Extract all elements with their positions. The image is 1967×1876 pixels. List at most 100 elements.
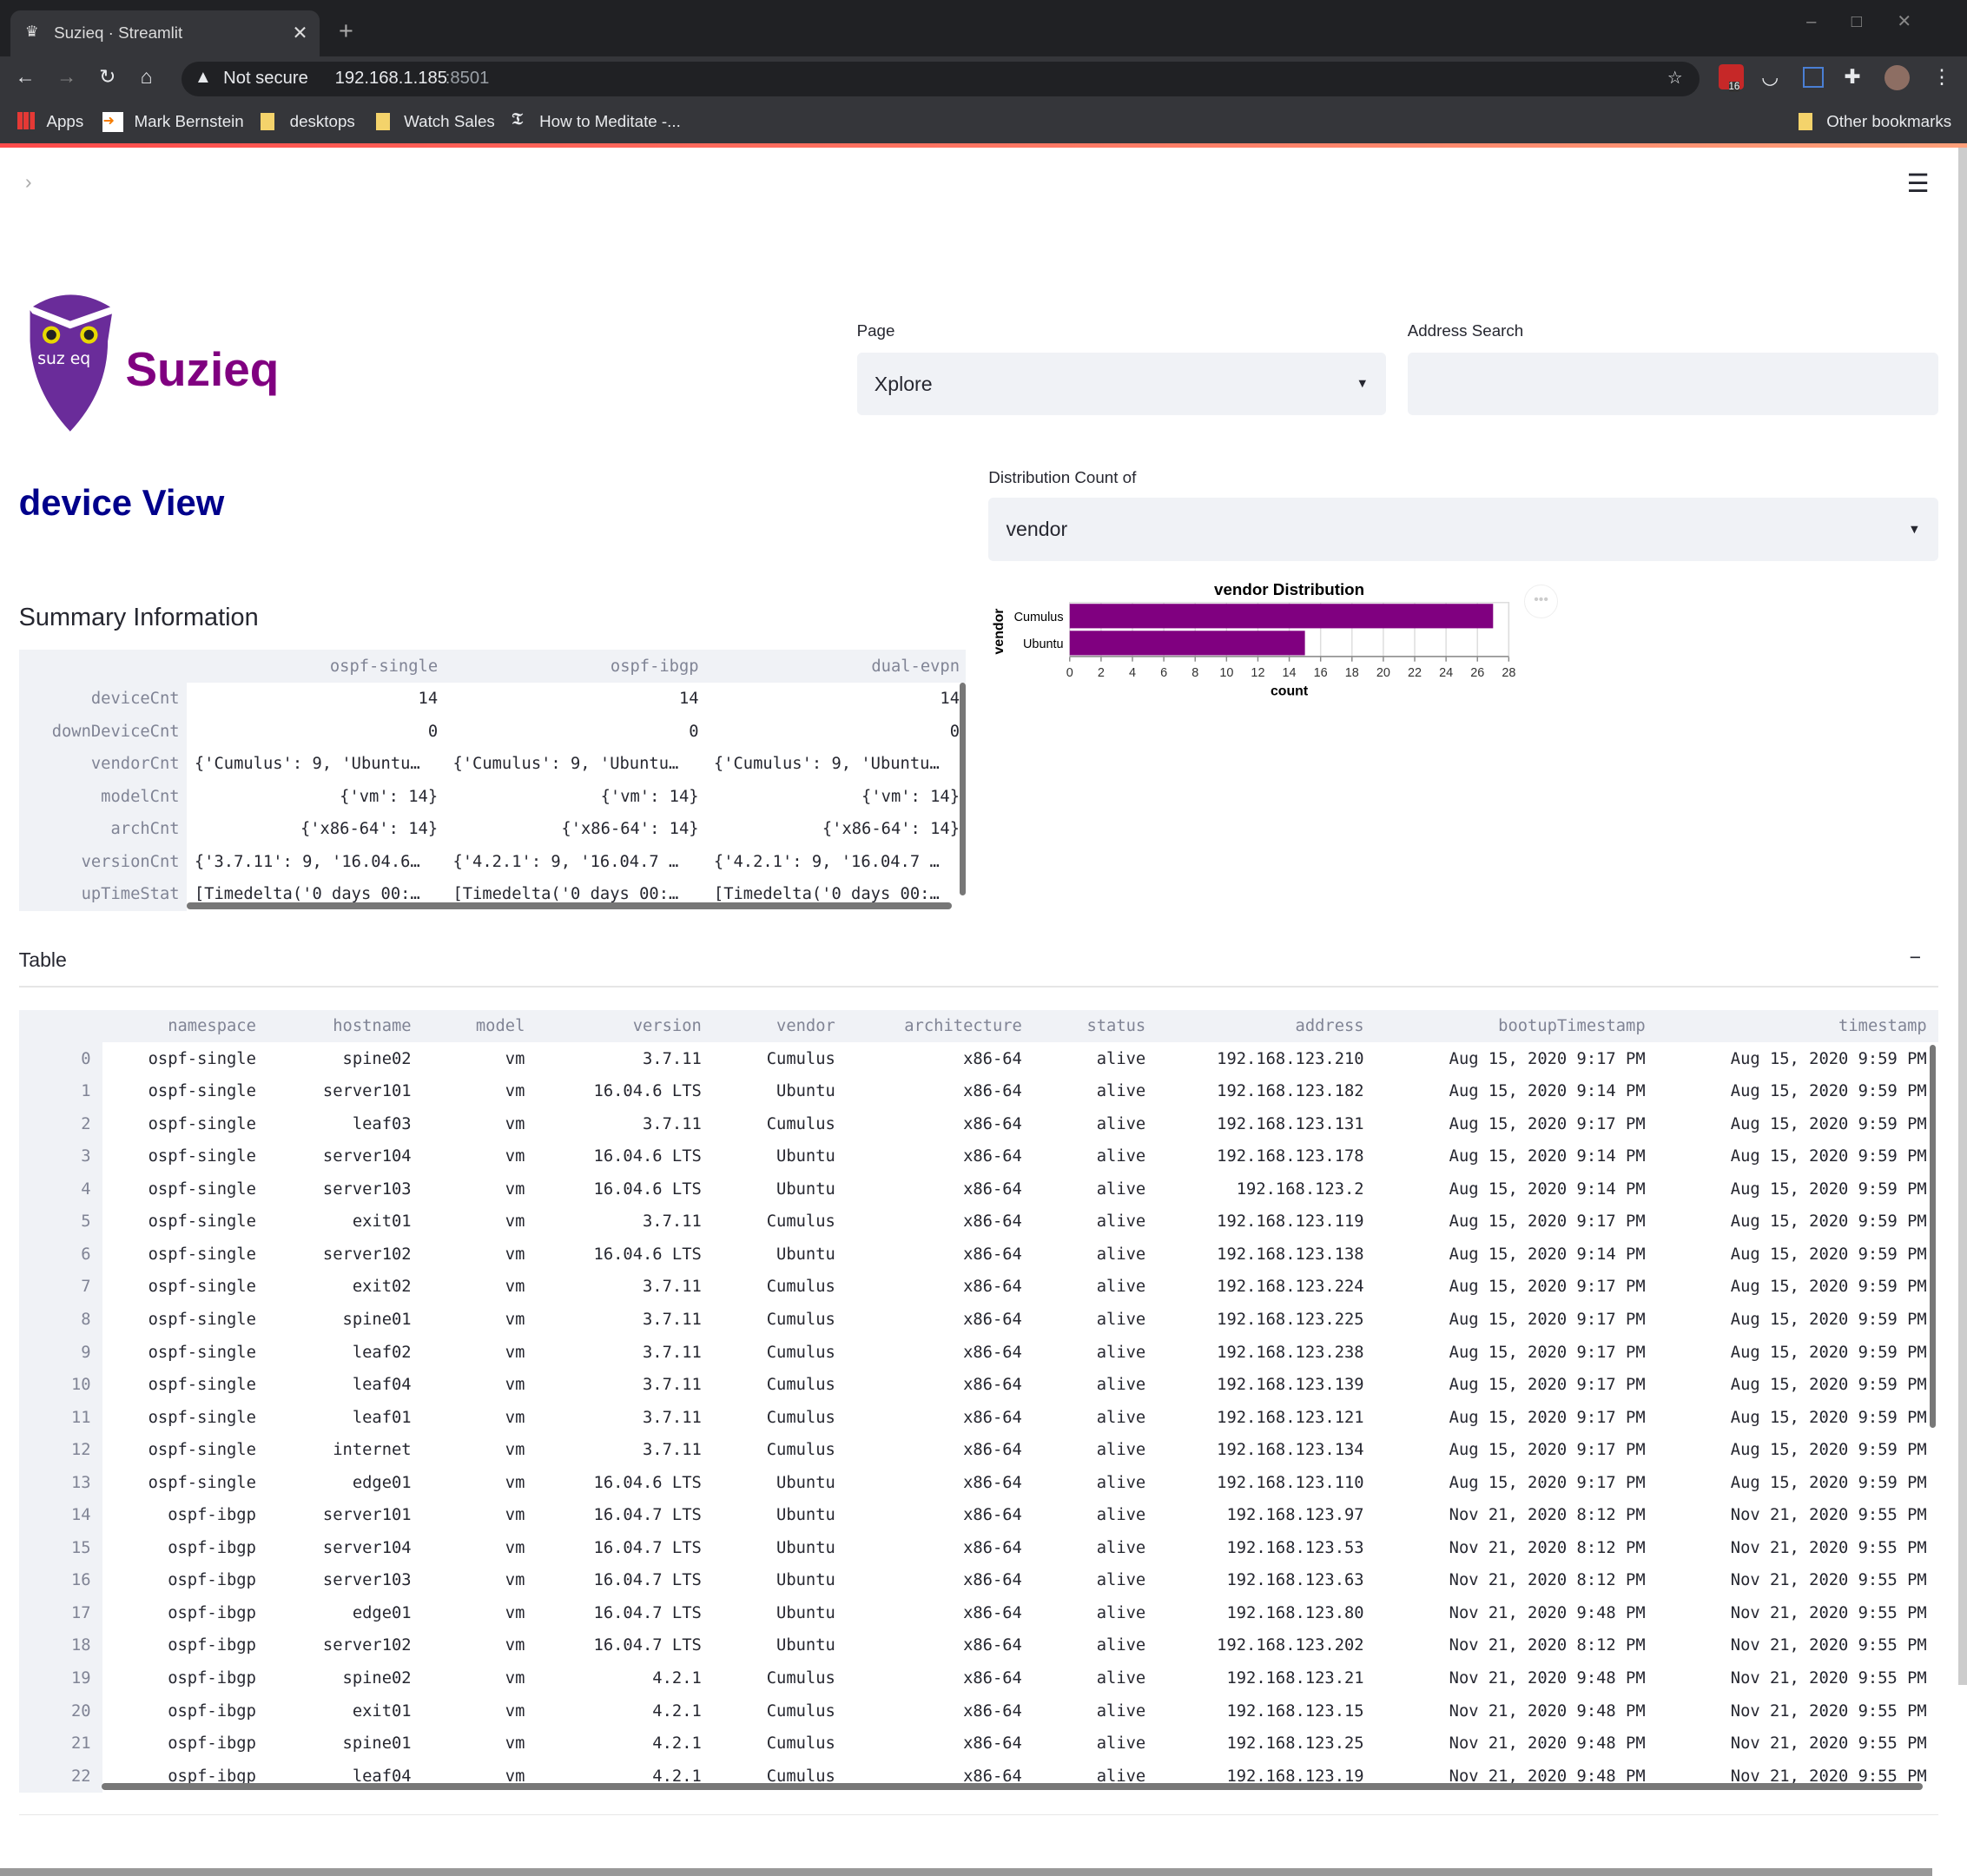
back-icon[interactable]: ← bbox=[15, 65, 35, 89]
page-vertical-scrollbar[interactable] bbox=[1957, 148, 1967, 1685]
table-cell: alive bbox=[1096, 1473, 1146, 1492]
table-cell: vm bbox=[505, 1082, 525, 1101]
table-cell: 3.7.11 bbox=[643, 1049, 702, 1068]
table-cell: Nov 21, 2020 9:55 PM bbox=[1730, 1636, 1927, 1655]
table-cell: 192.168.123.80 bbox=[1226, 1603, 1364, 1622]
streamlit-top-decoration bbox=[0, 142, 1967, 149]
table-cell: 16.04.7 LTS bbox=[593, 1636, 702, 1655]
table-cell: 16.04.6 LTS bbox=[593, 1179, 702, 1199]
page-horizontal-scrollbar[interactable] bbox=[0, 1867, 1932, 1876]
extensions-puzzle-icon[interactable]: ✚ bbox=[1844, 65, 1860, 89]
table-cell: server102 bbox=[322, 1636, 412, 1655]
table-cell: x86-64 bbox=[963, 1212, 1022, 1232]
forward-icon[interactable]: → bbox=[56, 65, 76, 89]
table-cell: ospf-single bbox=[148, 1441, 256, 1460]
bookmark-watch-sales[interactable]: Watch Sales bbox=[404, 112, 495, 131]
table-cell: 3.7.11 bbox=[643, 1376, 702, 1395]
new-tab-icon[interactable]: + bbox=[339, 17, 353, 46]
address-bar: ← → ↻ ⌂ ▲ Not secure 192.168.1.185 :8501… bbox=[0, 56, 1967, 102]
table-cell: vm bbox=[505, 1538, 525, 1557]
chart-actions-icon[interactable]: ••• bbox=[1524, 585, 1559, 619]
table-cell: Aug 15, 2020 9:59 PM bbox=[1730, 1082, 1927, 1101]
address-search-label: Address Search bbox=[1407, 320, 1524, 340]
table-cell: Ubuntu bbox=[776, 1506, 835, 1525]
distribution-select[interactable]: vendor ▼ bbox=[988, 498, 1938, 561]
table-cell: spine01 bbox=[342, 1734, 412, 1754]
summary-corner bbox=[19, 650, 188, 683]
table-cell: ospf-ibgp bbox=[168, 1506, 256, 1525]
table-cell: ospf-ibgp bbox=[168, 1636, 256, 1655]
table-cell: Nov 21, 2020 9:48 PM bbox=[1449, 1734, 1646, 1754]
table-cell: ospf-ibgp bbox=[168, 1701, 256, 1721]
arrow-favicon-icon: ➜ bbox=[102, 111, 123, 132]
x-tick-label: 16 bbox=[1314, 666, 1328, 680]
suzieq-owl-logo: suz eq bbox=[20, 291, 122, 434]
address-search-input[interactable] bbox=[1407, 352, 1938, 416]
y-axis-title: vendor bbox=[993, 608, 1007, 654]
table-cell: vm bbox=[505, 1603, 525, 1622]
table-cell: vm bbox=[505, 1441, 525, 1460]
table-row: 1 ospf-single server101 vm 16.04.6 LTS Ubuntu… bbox=[18, 1074, 1938, 1108]
bookmark-how-to-meditate[interactable]: How to Meditate -... bbox=[539, 112, 681, 131]
table-row: 21 ospf-ibgp spine01 vm 4.2.1 Cumulus x86-64 al… bbox=[18, 1727, 1938, 1760]
other-bookmarks[interactable]: Other bookmarks bbox=[1826, 112, 1951, 131]
bookmark-apps[interactable]: Apps bbox=[46, 112, 83, 131]
table-cell: 192.168.123.224 bbox=[1217, 1278, 1364, 1297]
table-cell: Nov 21, 2020 8:12 PM bbox=[1449, 1636, 1646, 1655]
warning-icon: ▲ bbox=[194, 67, 212, 87]
table-cell: 192.168.123.25 bbox=[1226, 1734, 1364, 1754]
x-tick-label: 4 bbox=[1129, 666, 1136, 680]
table-row: 7 ospf-single exit02 vm 3.7.11 Cumulus x86-64 a… bbox=[18, 1271, 1938, 1304]
table-row: 12 ospf-single internet vm 3.7.11 Cumulus x86-… bbox=[18, 1433, 1938, 1467]
table-cell: alive bbox=[1096, 1538, 1146, 1557]
table-expander-title[interactable]: Table bbox=[19, 948, 67, 972]
summary-vertical-scrollbar[interactable] bbox=[960, 682, 967, 896]
home-icon[interactable]: ⌂ bbox=[141, 65, 153, 89]
pocket-icon[interactable]: ◡ bbox=[1761, 65, 1779, 89]
table-cell: Aug 15, 2020 9:59 PM bbox=[1730, 1049, 1927, 1068]
bookmark-star-icon[interactable]: ☆ bbox=[1667, 67, 1683, 89]
table-cell: Cumulus bbox=[766, 1311, 835, 1329]
row-index: 18 bbox=[18, 1629, 102, 1662]
table-cell: alive bbox=[1096, 1376, 1146, 1395]
folder-icon bbox=[261, 113, 275, 131]
table-cell: Aug 15, 2020 9:59 PM bbox=[1730, 1278, 1927, 1297]
collapse-icon[interactable]: − bbox=[1910, 946, 1922, 969]
table-cell: Ubuntu bbox=[776, 1571, 835, 1590]
table-cell: Aug 15, 2020 9:17 PM bbox=[1449, 1114, 1646, 1133]
window-controls[interactable]: –□✕ bbox=[1806, 10, 1947, 32]
table-cell: x86-64 bbox=[963, 1408, 1022, 1427]
browser-tab[interactable]: ♛ Suzieq · Streamlit ✕ bbox=[10, 10, 320, 56]
data-table[interactable]: namespace hostname model version vendor archi… bbox=[18, 1009, 1938, 1794]
summary-horizontal-scrollbar[interactable] bbox=[187, 902, 953, 910]
reload-icon[interactable]: ↻ bbox=[99, 65, 116, 89]
summary-cell: {'x86-64': 14} bbox=[187, 812, 446, 846]
screen-extension-icon[interactable] bbox=[1802, 66, 1825, 89]
chevron-down-icon: ▼ bbox=[1356, 377, 1369, 391]
streamlit-favicon-icon: ♛ bbox=[24, 22, 39, 40]
url-field[interactable]: ▲ Not secure 192.168.1.185 :8501 ☆ bbox=[182, 61, 1700, 97]
summary-table[interactable]: ospf-single ospf-ibgp dual-evpn deviceCnt 14… bbox=[18, 650, 967, 911]
table-cell: Ubuntu bbox=[776, 1147, 835, 1166]
x-tick-label: 6 bbox=[1160, 666, 1167, 680]
table-cell: alive bbox=[1096, 1408, 1146, 1427]
table-horizontal-scrollbar[interactable] bbox=[101, 1782, 1924, 1791]
profile-avatar[interactable] bbox=[1884, 65, 1910, 90]
sidebar-expand-chevron-icon[interactable]: › bbox=[25, 170, 32, 194]
table-cell: alive bbox=[1096, 1049, 1146, 1068]
page-select[interactable]: Xplore ▼ bbox=[856, 352, 1387, 416]
summary-row-label: vendorCnt bbox=[90, 755, 180, 774]
table-cell: x86-64 bbox=[963, 1441, 1022, 1460]
table-cell: 192.168.123.110 bbox=[1217, 1473, 1364, 1492]
menu-dots-icon[interactable]: ⋮ bbox=[1932, 65, 1952, 89]
row-index: 3 bbox=[18, 1140, 102, 1173]
table-cell: Aug 15, 2020 9:17 PM bbox=[1449, 1311, 1646, 1329]
hamburger-menu-icon[interactable]: ☰ bbox=[1907, 168, 1930, 199]
table-cell: 16.04.6 LTS bbox=[593, 1473, 702, 1492]
bookmark-desktops[interactable]: desktops bbox=[290, 112, 355, 131]
close-tab-icon[interactable]: ✕ bbox=[293, 22, 308, 44]
x-tick-label: 26 bbox=[1471, 666, 1485, 680]
table-cell: Cumulus bbox=[766, 1441, 835, 1460]
bookmark-mark-bernstein[interactable]: Mark Bernstein bbox=[135, 112, 244, 131]
table-vertical-scrollbar[interactable] bbox=[1929, 1045, 1936, 1428]
